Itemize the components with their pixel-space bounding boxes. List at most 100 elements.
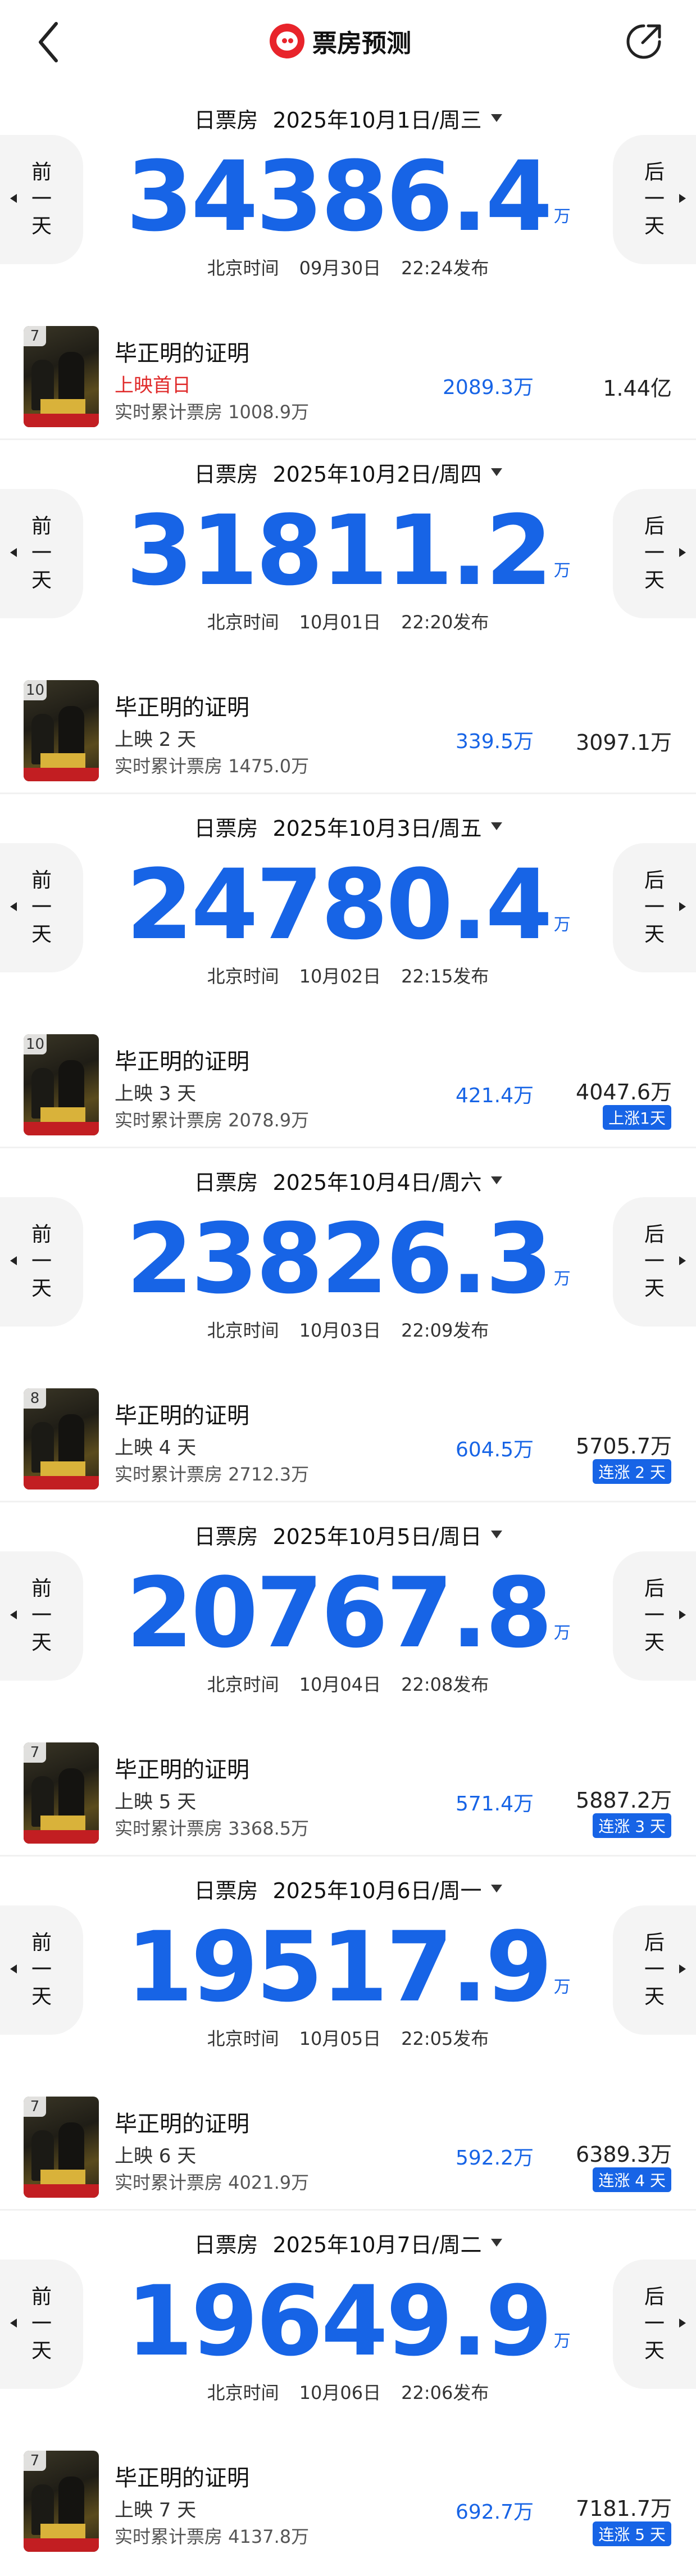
date-selector[interactable]: 日票房 2025年10月5日/周日	[0, 1518, 696, 1551]
total-box-office-value: 24780.4	[126, 848, 552, 961]
prev-day-button[interactable]: 前 一 天	[0, 1905, 83, 2035]
film-row[interactable]: 7 毕正明的证明 上映 6 天 实时累计票房 4021.9万 592.2万 63…	[0, 2080, 696, 2203]
day-section: 日票房 2025年10月1日/周三 前 一 天 34386.4 万 后 一 天 …	[0, 84, 696, 438]
day-section: 日票房 2025年10月3日/周五 前 一 天 24780.4 万 后 一 天 …	[0, 793, 696, 1147]
day-section: 日票房 2025年10月4日/周六 前 一 天 23826.3 万 后 一 天 …	[0, 1147, 696, 1501]
next-day-char: 天	[644, 2339, 665, 2362]
movie-poster: 7	[24, 326, 99, 427]
trend-badge: 上涨1天	[603, 1105, 671, 1130]
film-total-forecast: 5887.2万	[576, 1788, 672, 1813]
next-day-button[interactable]: 后 一 天	[613, 489, 696, 618]
total-box-office: 19517.9 万	[84, 1911, 612, 2023]
date-selector[interactable]: 日票房 2025年10月4日/周六	[0, 1163, 696, 1197]
film-name: 毕正明的证明	[115, 341, 249, 366]
publish-label: 北京时间	[207, 966, 279, 987]
poster-rank-badge: 10	[24, 680, 47, 700]
prev-day-char: 天	[31, 2339, 52, 2362]
publish-date: 10月06日	[299, 2382, 381, 2403]
film-daily-box-office: 571.4万	[455, 1792, 534, 1816]
prev-day-char: 天	[31, 923, 52, 946]
publish-label: 北京时间	[207, 1674, 279, 1695]
publish-time: 22:05发布	[401, 2028, 489, 2049]
daily-box-office-label: 日票房	[194, 461, 258, 487]
next-day-button[interactable]: 后 一 天	[613, 843, 696, 972]
next-day-char: 天	[644, 1277, 665, 1300]
publish-info: 北京时间 10月05日 22:05发布	[0, 2023, 696, 2052]
publish-time: 22:24发布	[401, 257, 489, 279]
date-selector[interactable]: 日票房 2025年10月3日/周五	[0, 809, 696, 843]
film-row[interactable]: 10 毕正明的证明 上映 2 天 实时累计票房 1475.0万 339.5万 3…	[0, 663, 696, 787]
total-box-office: 23826.3 万	[84, 1203, 612, 1315]
date-selector[interactable]: 日票房 2025年10月2日/周四	[0, 455, 696, 489]
app-title: 票房预测	[270, 21, 411, 61]
daily-box-office-label: 日票房	[194, 1524, 258, 1549]
movie-poster: 10	[24, 680, 99, 781]
film-row[interactable]: 10 毕正明的证明 上映 3 天 实时累计票房 2078.9万 421.4万 4…	[0, 1017, 696, 1141]
film-total-forecast: 7181.7万	[576, 2496, 672, 2521]
section-divider	[0, 1147, 696, 1148]
film-row[interactable]: 7 毕正明的证明 上映 5 天 实时累计票房 3368.5万 571.4万 58…	[0, 1726, 696, 1849]
share-button[interactable]	[621, 19, 666, 64]
daily-box-office-label: 日票房	[194, 2232, 258, 2257]
trend-badge: 连涨 4 天	[593, 2167, 671, 2192]
prev-day-char: 一	[31, 2312, 52, 2335]
total-box-office-value: 23826.3	[126, 1202, 552, 1315]
date-selector[interactable]: 日票房 2025年10月7日/周二	[0, 2226, 696, 2260]
film-name: 毕正明的证明	[115, 1049, 249, 1075]
prev-day-button[interactable]: 前 一 天	[0, 489, 83, 618]
next-day-char: 天	[644, 1631, 665, 1654]
next-day-char: 一	[644, 188, 665, 211]
share-icon	[626, 24, 661, 59]
film-row[interactable]: 7 毕正明的证明 上映 7 天 实时累计票房 4137.8万 692.7万 71…	[0, 2434, 696, 2557]
caret-down-icon	[490, 822, 502, 830]
back-button[interactable]	[28, 17, 73, 67]
publish-time: 22:08发布	[401, 1674, 489, 1695]
next-day-button[interactable]: 后 一 天	[613, 1905, 696, 2035]
movie-poster: 10	[24, 1034, 99, 1135]
total-box-office-value: 20767.8	[126, 1556, 552, 1669]
prev-day-char: 一	[31, 1958, 52, 1981]
prev-day-char: 前	[31, 161, 52, 184]
next-day-button[interactable]: 后 一 天	[613, 1197, 696, 1327]
total-box-office-unit: 万	[553, 561, 571, 581]
film-name: 毕正明的证明	[115, 1757, 249, 1783]
next-day-button[interactable]: 后 一 天	[613, 1551, 696, 1681]
arrow-right-icon	[679, 1964, 686, 1973]
film-daily-box-office: 421.4万	[455, 1084, 534, 1107]
trend-badge: 连涨 3 天	[593, 1813, 671, 1838]
chevron-left-icon	[39, 22, 58, 62]
daily-box-office-label: 日票房	[194, 107, 258, 133]
next-day-char: 天	[644, 569, 665, 592]
film-total-forecast: 4047.6万	[576, 1080, 672, 1104]
movie-poster: 7	[24, 2097, 99, 2198]
prev-day-button[interactable]: 前 一 天	[0, 1197, 83, 1327]
next-day-button[interactable]: 后 一 天	[613, 2260, 696, 2389]
release-day: 上映 4 天	[115, 1437, 197, 1459]
cumulative-box-office: 实时累计票房 1475.0万	[115, 755, 310, 777]
publish-info: 北京时间 10月03日 22:09发布	[0, 1315, 696, 1343]
film-row[interactable]: 7 毕正明的证明 上映首日 实时累计票房 1008.9万 2089.3万 1.4…	[0, 309, 696, 433]
date-selector[interactable]: 日票房 2025年10月1日/周三	[0, 101, 696, 135]
prev-day-button[interactable]: 前 一 天	[0, 1551, 83, 1681]
next-day-char: 天	[644, 923, 665, 946]
arrow-left-icon	[10, 1610, 17, 1619]
publish-info: 北京时间 10月01日 22:20发布	[0, 607, 696, 635]
publish-date: 10月01日	[299, 612, 381, 633]
next-day-char: 一	[644, 1250, 665, 1273]
publish-info: 北京时间 10月06日 22:06发布	[0, 2378, 696, 2406]
date-selector[interactable]: 日票房 2025年10月6日/周一	[0, 1872, 696, 1905]
publish-time: 22:20发布	[401, 612, 489, 633]
film-row[interactable]: 8 毕正明的证明 上映 4 天 实时累计票房 2712.3万 604.5万 57…	[0, 1371, 696, 1495]
publish-date: 10月02日	[299, 966, 381, 987]
prev-day-button[interactable]: 前 一 天	[0, 843, 83, 972]
arrow-right-icon	[679, 548, 686, 557]
arrow-right-icon	[679, 1610, 686, 1619]
trend-badge: 连涨 2 天	[593, 1459, 671, 1484]
next-day-button[interactable]: 后 一 天	[613, 135, 696, 264]
film-total-forecast: 3097.1万	[576, 730, 672, 755]
date-text: 2025年10月7日/周二	[272, 2232, 482, 2257]
poster-rank-badge: 7	[24, 2097, 46, 2117]
prev-day-char: 前	[31, 869, 52, 892]
prev-day-button[interactable]: 前 一 天	[0, 135, 83, 264]
prev-day-button[interactable]: 前 一 天	[0, 2260, 83, 2389]
